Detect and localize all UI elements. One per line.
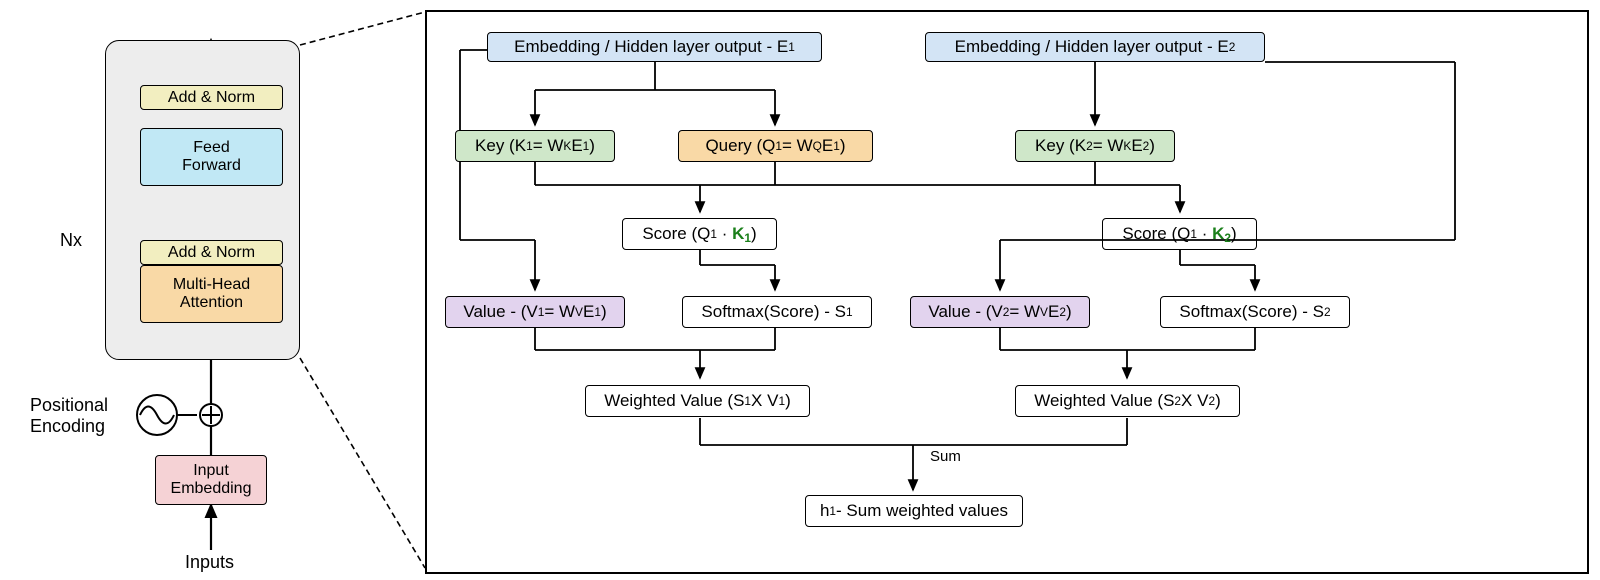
query-q1: Query (Q1 = WQE1) [678,130,873,162]
softmax-2: Softmax(Score) - S2 [1160,296,1350,328]
h1-output: h1 - Sum weighted values [805,495,1023,527]
nx-label: Nx [60,230,82,251]
weighted-value-2: Weighted Value (S2 X V2) [1015,385,1240,417]
diagram-canvas: Add & Norm Feed Forward Add & Norm Multi… [0,0,1600,580]
weighted-value-1: Weighted Value (S1 X V1) [585,385,810,417]
input-embedding: Input Embedding [155,455,267,505]
score-2: Score (Q1 · K2) [1102,218,1257,250]
feed-forward: Feed Forward [140,128,283,186]
score-1: Score (Q1 · K1) [622,218,777,250]
sum-label: Sum [930,448,961,465]
add-norm-bottom: Add & Norm [140,240,283,265]
value-v1: Value - (V1 = WVE1) [445,296,625,328]
key-k2: Key (K2 = WKE2) [1015,130,1175,162]
value-v2: Value - (V2 = WVE2) [910,296,1090,328]
positional-encoding-label: Positional Encoding [30,395,108,437]
add-norm-top: Add & Norm [140,85,283,110]
embedding-e2: Embedding / Hidden layer output - E2 [925,32,1265,62]
inputs-label: Inputs [185,552,234,573]
key-k1: Key (K1 = WKE1) [455,130,615,162]
embedding-e1: Embedding / Hidden layer output - E1 [487,32,822,62]
softmax-1: Softmax(Score) - S1 [682,296,872,328]
attention-detail-panel [425,10,1589,574]
multi-head-attention: Multi-Head Attention [140,265,283,323]
